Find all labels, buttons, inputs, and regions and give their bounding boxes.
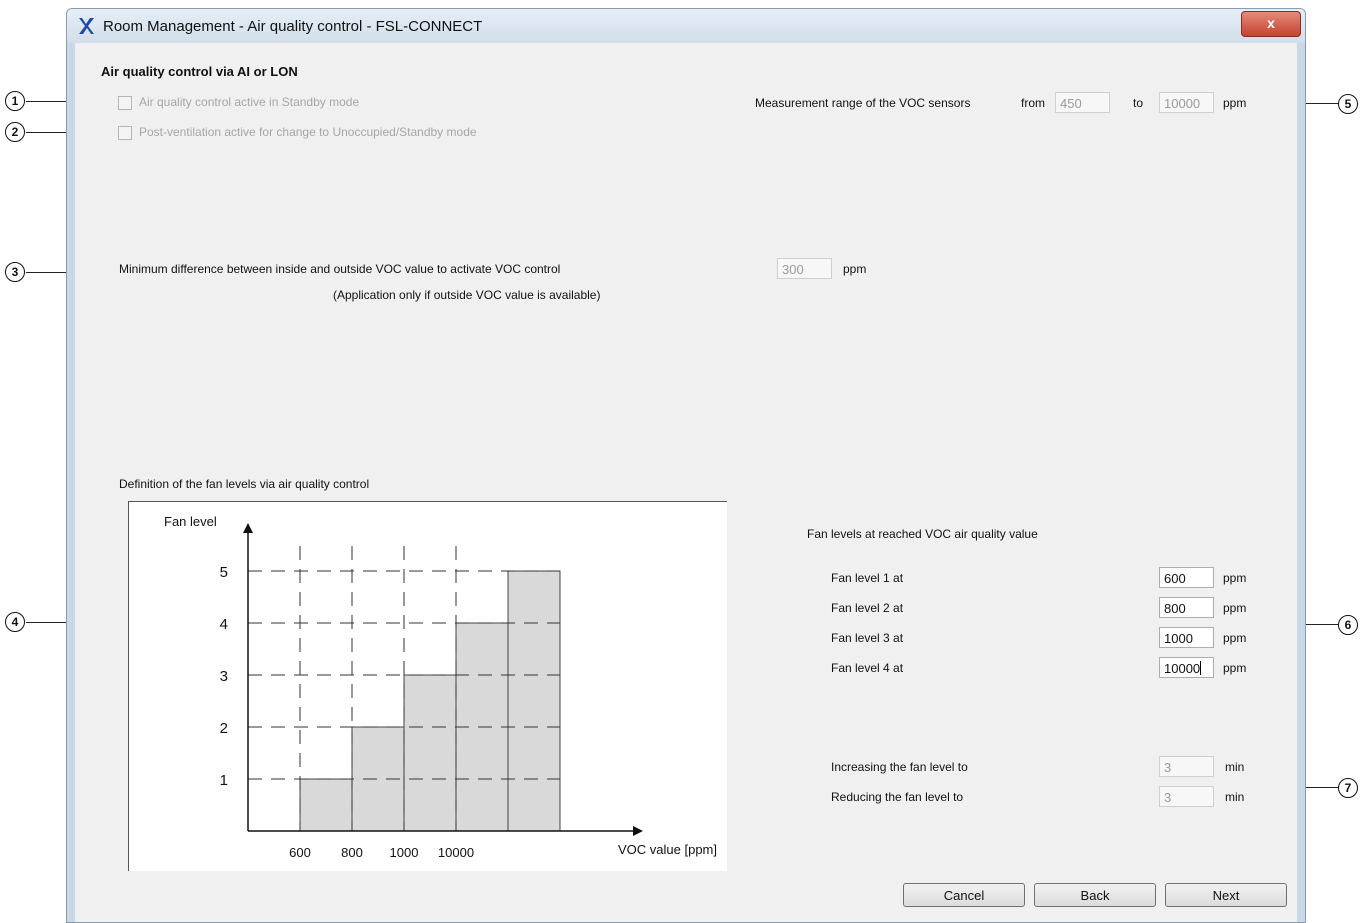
next-button[interactable]: Next bbox=[1165, 883, 1287, 907]
back-button[interactable]: Back bbox=[1034, 883, 1156, 907]
chart-bar-5 bbox=[507, 570, 561, 832]
reduce-delay-unit: min bbox=[1225, 790, 1245, 804]
chart-x-tick-10000: 10000 bbox=[438, 845, 474, 860]
chart-y-tick-1: 1 bbox=[220, 772, 228, 789]
chart-bar-3 bbox=[403, 674, 457, 832]
fan-level-4-unit: ppm bbox=[1223, 661, 1247, 675]
dialog-body: Air quality control via AI or LON Air qu… bbox=[75, 43, 1297, 922]
fan-level-chart: 1 2 3 4 5 600 800 1000 10000 Fan level VOC value [… bbox=[128, 501, 727, 871]
post-ventilation-checkbox-label: Post-ventilation active for change to Un… bbox=[139, 125, 477, 139]
chart-y-tick-4: 4 bbox=[220, 616, 228, 633]
fan-level-4-label: Fan level 4 at bbox=[831, 661, 904, 675]
callout-2: 2 bbox=[5, 122, 25, 142]
post-ventilation-checkbox[interactable] bbox=[118, 126, 132, 140]
measurement-to-field[interactable]: 10000 bbox=[1159, 92, 1214, 113]
callout-4: 4 bbox=[5, 612, 25, 632]
callout-7: 7 bbox=[1338, 778, 1358, 798]
fan-level-2-label: Fan level 2 at bbox=[831, 601, 904, 615]
standby-checkbox-label: Air quality control active in Standby mo… bbox=[139, 95, 360, 109]
min-difference-field[interactable]: 300 bbox=[777, 258, 832, 279]
increase-delay-unit: min bbox=[1225, 760, 1245, 774]
fan-level-2-field[interactable]: 800 bbox=[1159, 597, 1214, 618]
chart-y-axis-label: Fan level bbox=[164, 514, 217, 529]
fan-level-4-field[interactable]: 10000 bbox=[1159, 657, 1214, 678]
fan-level-3-field[interactable]: 1000 bbox=[1159, 627, 1214, 648]
fan-level-1-field[interactable]: 600 bbox=[1159, 567, 1214, 588]
measurement-range-label: Measurement range of the VOC sensors bbox=[755, 96, 971, 110]
callout-5: 5 bbox=[1338, 94, 1358, 114]
title-bar[interactable]: Room Management - Air quality control - … bbox=[67, 9, 1305, 43]
chart-y-axis-arrow bbox=[243, 523, 253, 533]
min-difference-label: Minimum difference between inside and ou… bbox=[119, 262, 561, 276]
measurement-unit: ppm bbox=[1223, 96, 1247, 110]
increase-delay-field[interactable]: 3 bbox=[1159, 756, 1214, 777]
callout-3: 3 bbox=[5, 262, 25, 282]
cancel-button[interactable]: Cancel bbox=[903, 883, 1025, 907]
fan-level-2-unit: ppm bbox=[1223, 601, 1247, 615]
chart-x-axis-label: VOC value [ppm] bbox=[618, 842, 717, 857]
fan-level-1-unit: ppm bbox=[1223, 571, 1247, 585]
chart-y-tick-5: 5 bbox=[220, 564, 228, 581]
chart-y-tick-3: 3 bbox=[220, 668, 228, 685]
chart-caption: Definition of the fan levels via air qua… bbox=[119, 477, 370, 491]
fan-level-chart-svg: 1 2 3 4 5 600 800 1000 10000 Fan level VOC value [… bbox=[128, 501, 727, 871]
chart-x-tick-600: 600 bbox=[289, 845, 311, 860]
chart-bar-1 bbox=[299, 778, 353, 832]
callout-6: 6 bbox=[1338, 615, 1358, 635]
chart-y-tick-2: 2 bbox=[220, 720, 228, 737]
chart-x-tick-800: 800 bbox=[341, 845, 363, 860]
measurement-from-field[interactable]: 450 bbox=[1055, 92, 1110, 113]
close-button[interactable]: x bbox=[1241, 11, 1301, 37]
fan-levels-heading: Fan levels at reached VOC air quality va… bbox=[807, 527, 1038, 541]
reduce-delay-field[interactable]: 3 bbox=[1159, 786, 1214, 807]
fan-level-1-label: Fan level 1 at bbox=[831, 571, 904, 585]
callout-1: 1 bbox=[5, 91, 25, 111]
fan-level-3-label: Fan level 3 at bbox=[831, 631, 904, 645]
increase-delay-label: Increasing the fan level to bbox=[831, 760, 968, 774]
min-difference-note: (Application only if outside VOC value i… bbox=[333, 288, 601, 302]
reduce-delay-label: Reducing the fan level to bbox=[831, 790, 964, 804]
fan-level-3-unit: ppm bbox=[1223, 631, 1247, 645]
section-title: Air quality control via AI or LON bbox=[101, 64, 298, 79]
app-x-icon bbox=[79, 18, 94, 34]
text-caret bbox=[1200, 661, 1202, 675]
min-difference-unit: ppm bbox=[843, 262, 867, 276]
fan-level-4-value: 10000 bbox=[1164, 661, 1201, 676]
measurement-from-label: from bbox=[1021, 96, 1045, 110]
window-title: Room Management - Air quality control - … bbox=[103, 18, 483, 35]
measurement-to-label: to bbox=[1133, 96, 1144, 110]
dialog-window: Room Management - Air quality control - … bbox=[66, 8, 1306, 923]
chart-x-tick-1000: 1000 bbox=[390, 845, 419, 860]
standby-checkbox[interactable] bbox=[118, 96, 132, 110]
chart-x-axis-arrow bbox=[633, 826, 643, 836]
